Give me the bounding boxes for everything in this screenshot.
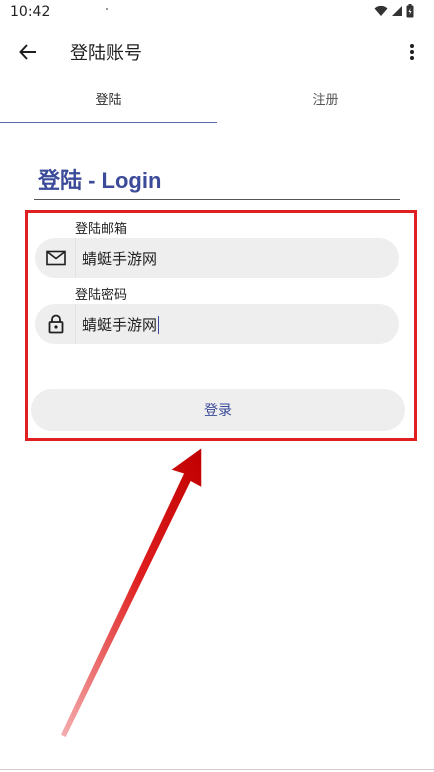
heading-underline [34,199,400,200]
back-button[interactable] [14,38,42,66]
login-screen: 10:42 登陆账号 登陆 注册 登陆 - Login 登陆邮箱 蜻蜓手游网 登… [0,0,434,772]
more-menu-button[interactable] [404,38,420,66]
field-divider [75,304,76,344]
email-input[interactable] [82,238,382,278]
status-icons [374,4,414,18]
login-button[interactable]: 登录 [31,389,405,431]
status-time: 10:42 [10,4,51,20]
email-field[interactable] [35,238,399,278]
notification-dot [106,8,108,10]
arrow-left-icon [19,44,36,60]
tab-bar: 登陆 注册 [0,88,434,124]
more-vertical-icon [410,44,414,60]
tab-login[interactable]: 登陆 [0,88,217,124]
password-field[interactable] [35,304,399,344]
status-bar: 10:42 [0,0,434,26]
password-input[interactable] [82,304,382,344]
app-bar: 登陆账号 [0,26,434,76]
lock-icon [45,313,67,335]
tab-register[interactable]: 注册 [217,88,434,124]
signal-icon [392,6,402,16]
field-divider [75,238,76,278]
text-cursor [158,316,159,334]
page-title: 登陆账号 [70,43,142,64]
bottom-divider [0,769,434,770]
password-label: 登陆密码 [75,288,128,303]
login-heading: 登陆 - Login [38,168,162,193]
tab-indicator [0,122,217,123]
battery-icon [406,4,414,18]
mail-icon [45,247,67,269]
email-label: 登陆邮箱 [75,222,128,237]
wifi-icon [374,5,388,16]
